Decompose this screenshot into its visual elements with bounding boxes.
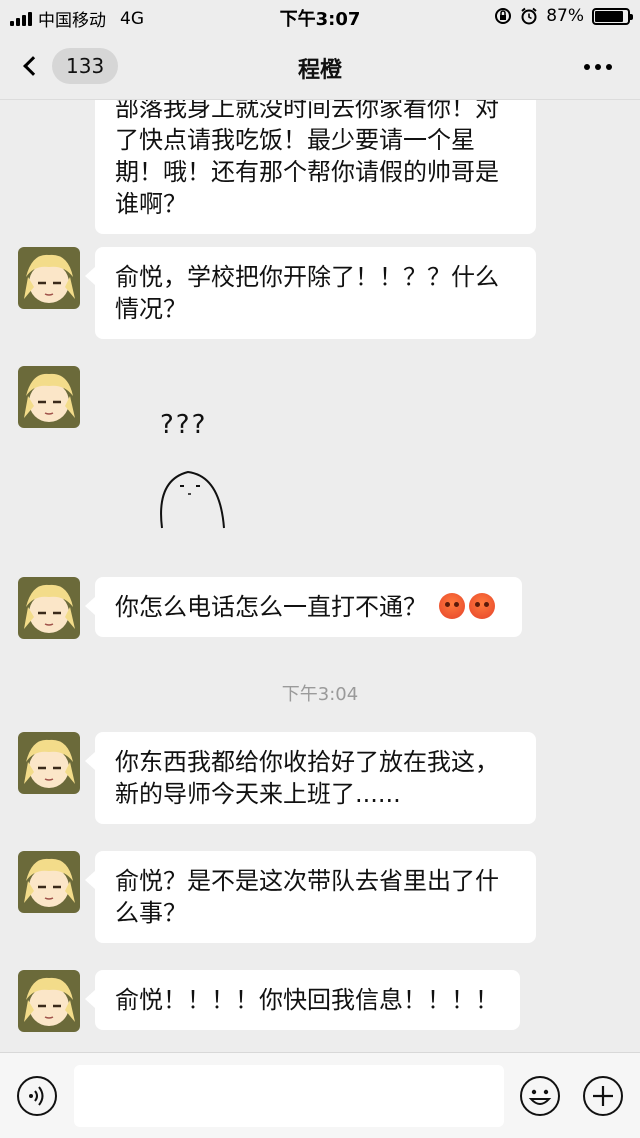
avatar[interactable] — [18, 247, 80, 309]
alarm-icon — [521, 7, 537, 25]
more-dot-icon — [595, 64, 601, 70]
anime-avatar-icon — [18, 577, 80, 639]
status-bar: 中国移动 4G 下午3:07 87% — [0, 0, 640, 34]
input-bar — [0, 1052, 640, 1138]
battery-percent: 87% — [546, 6, 584, 26]
anime-avatar-icon — [18, 851, 80, 913]
message-line: 俞悦，学校把你开除了！！？？什么 — [115, 263, 499, 291]
message-bubble[interactable]: 俞悦！！！！你快回我信息！！！！ — [85, 970, 520, 1030]
message-bubble[interactable]: 俞悦？是不是这次带队去省里出了什 么事？ — [85, 851, 536, 943]
chat-area[interactable]: 部落我身上就没时间去你家看你！对 了快点请我吃饭！最少要请一个星 期！哦！还有那… — [0, 100, 640, 1052]
emoji-icon — [520, 1076, 560, 1116]
timestamp: 下午3:04 — [281, 684, 359, 705]
voice-icon — [17, 1076, 57, 1116]
message-line: 俞悦？是不是这次带队去省里出了什 — [115, 867, 499, 895]
battery-fill — [595, 10, 623, 22]
angry-face-emoji — [438, 593, 465, 619]
message-line: 情况？ — [115, 295, 187, 323]
anime-avatar-icon — [18, 732, 80, 794]
message-text: 你怎么电话怎么一直打不通？ — [115, 593, 427, 621]
message-bubble[interactable]: 俞悦，学校把你开除了！！？？什么 情况？ — [85, 247, 536, 339]
sticker-text: ??? — [160, 410, 208, 440]
message-line: 期！哦！还有那个帮你请假的帅哥是 — [115, 158, 499, 186]
message-line: 你东西我都给你收拾好了放在我这， — [115, 748, 499, 776]
anime-avatar-icon — [18, 247, 80, 309]
more-dot-icon — [584, 64, 590, 70]
anime-avatar-icon — [18, 970, 80, 1032]
plus-icon — [583, 1076, 623, 1116]
message-line: 么事？ — [115, 899, 187, 927]
more-options-button[interactable] — [584, 64, 612, 70]
more-input-button[interactable] — [582, 1075, 624, 1117]
message-bubble[interactable]: 你东西我都给你收拾好了放在我这， 新的导师今天来上班了...... — [85, 732, 536, 824]
nav-bar: 133 程橙 — [0, 34, 640, 100]
avatar[interactable] — [18, 366, 80, 428]
chat-title: 程橙 — [297, 58, 342, 83]
anime-avatar-icon — [18, 366, 80, 428]
more-dot-icon — [606, 64, 612, 70]
avatar[interactable] — [18, 970, 80, 1032]
message-bubble[interactable]: 你怎么电话怎么一直打不通？ — [85, 577, 522, 637]
message-line: 了快点请我吃饭！最少要请一个星 — [115, 126, 475, 154]
message-line: 新的导师今天来上班了...... — [115, 780, 401, 808]
message-line: 谁啊？ — [115, 190, 187, 218]
message-text: 俞悦！！！！你快回我信息！！！！ — [115, 986, 499, 1014]
orientation-lock-icon — [495, 8, 512, 24]
ghost-icon — [160, 470, 225, 529]
message-input[interactable] — [74, 1065, 504, 1127]
avatar[interactable] — [18, 851, 80, 913]
battery-icon — [592, 7, 633, 25]
voice-input-button[interactable] — [16, 1075, 58, 1117]
angry-face-emoji — [468, 593, 495, 619]
message-bubble[interactable]: 部落我身上就没时间去你家看你！对 了快点请我吃饭！最少要请一个星 期！哦！还有那… — [95, 100, 536, 234]
message-line: 部落我身上就没时间去你家看你！对 — [115, 100, 499, 122]
avatar[interactable] — [18, 577, 80, 639]
avatar[interactable] — [18, 732, 80, 794]
status-right: 87% — [494, 6, 633, 26]
ghost-sticker[interactable]: ??? — [150, 410, 240, 530]
emoji-button[interactable] — [519, 1075, 561, 1117]
